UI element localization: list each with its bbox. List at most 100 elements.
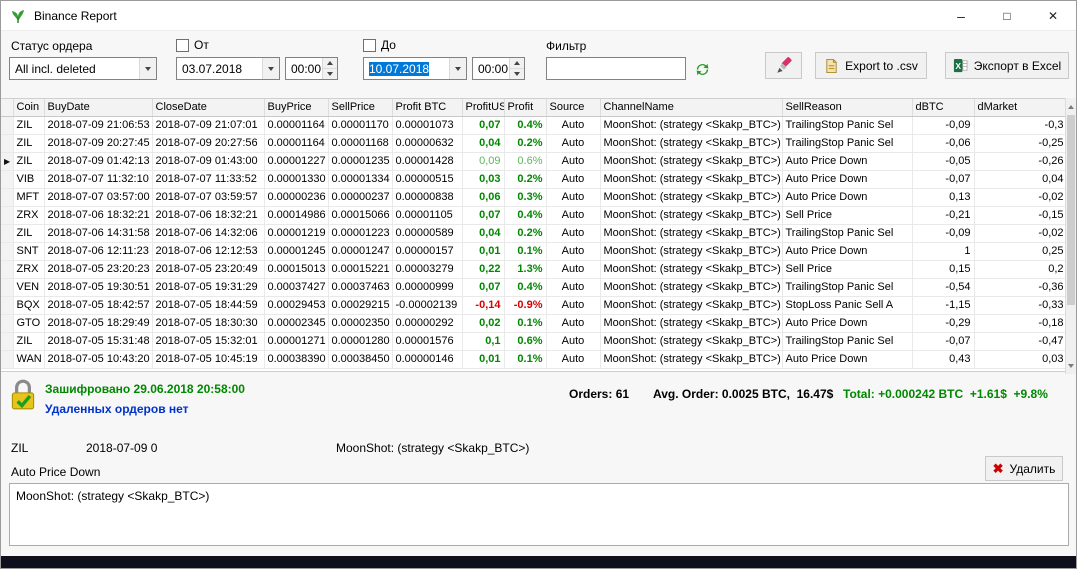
from-time-spinner[interactable]: 00:00 <box>285 57 338 80</box>
grid-cell-channel[interactable]: MoonShot: (strategy <Skakp_BTC>) <box>600 134 783 153</box>
grid-cell-source[interactable]: Auto <box>546 224 601 243</box>
grid-cell-channel[interactable]: MoonShot: (strategy <Skakp_BTC>) <box>600 224 783 243</box>
grid-cell-profit-usd[interactable]: 0,1 <box>462 332 505 351</box>
grid-cell-profit-usd[interactable]: 0,04 <box>462 224 505 243</box>
grid-cell-sell-price[interactable]: 0.00015066 <box>328 206 393 225</box>
grid-cell-sell-price[interactable]: 0.00000237 <box>328 188 393 207</box>
spin-down-icon[interactable] <box>323 69 337 79</box>
grid-cell-channel[interactable]: MoonShot: (strategy <Skakp_BTC>) <box>600 188 783 207</box>
grid-cell-sell-price[interactable]: 0.00001280 <box>328 332 393 351</box>
grid-cell-channel[interactable]: MoonShot: (strategy <Skakp_BTC>) <box>600 206 783 225</box>
grid-cell-close-date[interactable]: 2018-07-07 11:33:52 <box>152 170 265 189</box>
grid-cell-sell-reason[interactable]: TrailingStop Panic Sel <box>782 134 913 153</box>
grid-cell-close-date[interactable]: 2018-07-05 18:30:30 <box>152 314 265 333</box>
grid-cell-d-btc[interactable]: -0,06 <box>912 134 975 153</box>
maximize-button[interactable]: □ <box>984 1 1030 31</box>
grid-cell-close-date[interactable]: 2018-07-06 18:32:21 <box>152 206 265 225</box>
grid-cell-coin[interactable]: ZIL <box>13 332 45 351</box>
table-row[interactable]: ZRX 2018-07-06 18:32:21 2018-07-06 18:32:2… <box>1 206 1067 225</box>
column-header-buyprice[interactable]: BuyPrice <box>264 99 329 117</box>
to-checkbox-box[interactable] <box>363 38 376 52</box>
grid-cell-sell-price[interactable]: 0.00001170 <box>328 116 393 135</box>
grid-cell-sell-price[interactable]: 0.00029215 <box>328 296 393 315</box>
grid-cell-d-btc[interactable]: -0,05 <box>912 152 975 171</box>
grid-cell-source[interactable]: Auto <box>546 278 601 297</box>
grid-cell-sell-price[interactable]: 0.00002350 <box>328 314 393 333</box>
grid-cell-d-btc[interactable]: 1 <box>912 242 975 261</box>
grid-cell-profit-usd[interactable]: 0,06 <box>462 188 505 207</box>
grid-cell-profit-btc[interactable]: 0.00000146 <box>392 350 463 369</box>
from-checkbox-box[interactable] <box>176 38 189 52</box>
grid-cell-sell-reason[interactable]: TrailingStop Panic Sel <box>782 116 913 135</box>
grid-cell-buy-price[interactable]: 0.00015013 <box>264 260 329 279</box>
grid-cell-channel[interactable]: MoonShot: (strategy <Skakp_BTC>) <box>600 242 783 261</box>
calendar-dropdown-icon[interactable] <box>449 58 466 79</box>
column-header-buydate[interactable]: BuyDate <box>44 99 153 117</box>
grid-cell-buy-date[interactable]: 2018-07-05 15:31:48 <box>44 332 153 351</box>
table-row[interactable]: VIB 2018-07-07 11:32:10 2018-07-07 11:33:5… <box>1 170 1067 189</box>
grid-cell-sell-reason[interactable]: Auto Price Down <box>782 170 913 189</box>
grid-cell-profit-pct[interactable]: 0.4% <box>504 116 547 135</box>
grid-cell-profit-btc[interactable]: 0.00001428 <box>392 152 463 171</box>
grid-cell-coin[interactable]: GTO <box>13 314 45 333</box>
grid-cell-source[interactable]: Auto <box>546 260 601 279</box>
grid-cell-profit-pct[interactable]: 0.4% <box>504 278 547 297</box>
grid-cell-profit-usd[interactable]: 0,01 <box>462 350 505 369</box>
grid-cell-close-date[interactable]: 2018-07-05 19:31:29 <box>152 278 265 297</box>
grid-cell-d-market[interactable]: -0,02 <box>974 224 1067 243</box>
grid-cell-buy-price[interactable]: 0.00001164 <box>264 116 329 135</box>
table-row[interactable]: ▶ ZIL 2018-07-09 01:42:13 2018-07-09 01:43:… <box>1 152 1067 171</box>
grid-cell-close-date[interactable]: 2018-07-09 01:43:00 <box>152 152 265 171</box>
grid-cell-source[interactable]: Auto <box>546 188 601 207</box>
grid-cell-profit-usd[interactable]: 0,07 <box>462 116 505 135</box>
grid-cell-coin[interactable]: SNT <box>13 242 45 261</box>
grid-cell-profit-btc[interactable]: 0.00001105 <box>392 206 463 225</box>
column-header-sellprice[interactable]: SellPrice <box>328 99 393 117</box>
grid-cell-sell-reason[interactable]: Auto Price Down <box>782 152 913 171</box>
grid-cell-d-btc[interactable]: -0,54 <box>912 278 975 297</box>
grid-cell-coin[interactable]: VEN <box>13 278 45 297</box>
grid-cell-sell-price[interactable]: 0.00038450 <box>328 350 393 369</box>
grid-cell-d-market[interactable]: -0,36 <box>974 278 1067 297</box>
scroll-down-icon[interactable] <box>1066 358 1076 373</box>
table-row[interactable]: GTO 2018-07-05 18:29:49 2018-07-05 18:30:3… <box>1 314 1067 333</box>
grid-cell-buy-date[interactable]: 2018-07-05 10:43:20 <box>44 350 153 369</box>
grid-cell-source[interactable]: Auto <box>546 170 601 189</box>
grid-cell-d-btc[interactable]: -0,07 <box>912 332 975 351</box>
grid-cell-buy-date[interactable]: 2018-07-07 03:57:00 <box>44 188 153 207</box>
grid-cell-buy-price[interactable]: 0.00001330 <box>264 170 329 189</box>
grid-cell-profit-pct[interactable]: 1.3% <box>504 260 547 279</box>
column-header-profitusd[interactable]: ProfitUSD <box>462 99 505 117</box>
order-memo[interactable]: MoonShot: (strategy <Skakp_BTC>) <box>9 483 1069 546</box>
grid-cell-d-market[interactable]: -0,15 <box>974 206 1067 225</box>
grid-cell-sell-reason[interactable]: Auto Price Down <box>782 350 913 369</box>
grid-cell-source[interactable]: Auto <box>546 152 601 171</box>
grid-cell-buy-date[interactable]: 2018-07-09 21:06:53 <box>44 116 153 135</box>
spin-up-icon[interactable] <box>323 58 337 69</box>
grid-cell-coin[interactable]: ZRX <box>13 206 45 225</box>
grid-cell-sell-reason[interactable]: Auto Price Down <box>782 314 913 333</box>
grid-cell-sell-reason[interactable]: StopLoss Panic Sell A <box>782 296 913 315</box>
grid-cell-profit-usd[interactable]: 0,04 <box>462 134 505 153</box>
grid-cell-d-market[interactable]: 0,04 <box>974 170 1067 189</box>
grid-cell-channel[interactable]: MoonShot: (strategy <Skakp_BTC>) <box>600 116 783 135</box>
grid-cell-buy-date[interactable]: 2018-07-07 11:32:10 <box>44 170 153 189</box>
grid-cell-close-date[interactable]: 2018-07-06 14:32:06 <box>152 224 265 243</box>
grid-cell-coin[interactable]: ZIL <box>13 134 45 153</box>
grid-cell-profit-btc[interactable]: 0.00000838 <box>392 188 463 207</box>
column-header-source[interactable]: Source <box>546 99 601 117</box>
table-row[interactable]: VEN 2018-07-05 19:30:51 2018-07-05 19:31:2… <box>1 278 1067 297</box>
grid-cell-d-btc[interactable]: -1,15 <box>912 296 975 315</box>
grid-cell-buy-date[interactable]: 2018-07-09 01:42:13 <box>44 152 153 171</box>
to-date-picker[interactable]: 10.07.2018 <box>363 57 467 80</box>
vertical-scrollbar[interactable] <box>1065 98 1076 374</box>
grid-cell-sell-price[interactable]: 0.00001235 <box>328 152 393 171</box>
grid-cell-close-date[interactable]: 2018-07-09 21:07:01 <box>152 116 265 135</box>
column-header-profit[interactable]: Profit <box>504 99 547 117</box>
grid-cell-profit-pct[interactable]: 0.1% <box>504 350 547 369</box>
grid-cell-sell-reason[interactable]: TrailingStop Panic Sel <box>782 332 913 351</box>
grid-cell-profit-pct[interactable]: -0.9% <box>504 296 547 315</box>
grid-cell-profit-usd[interactable]: 0,03 <box>462 170 505 189</box>
grid-cell-d-market[interactable]: -0,47 <box>974 332 1067 351</box>
grid-cell-source[interactable]: Auto <box>546 242 601 261</box>
